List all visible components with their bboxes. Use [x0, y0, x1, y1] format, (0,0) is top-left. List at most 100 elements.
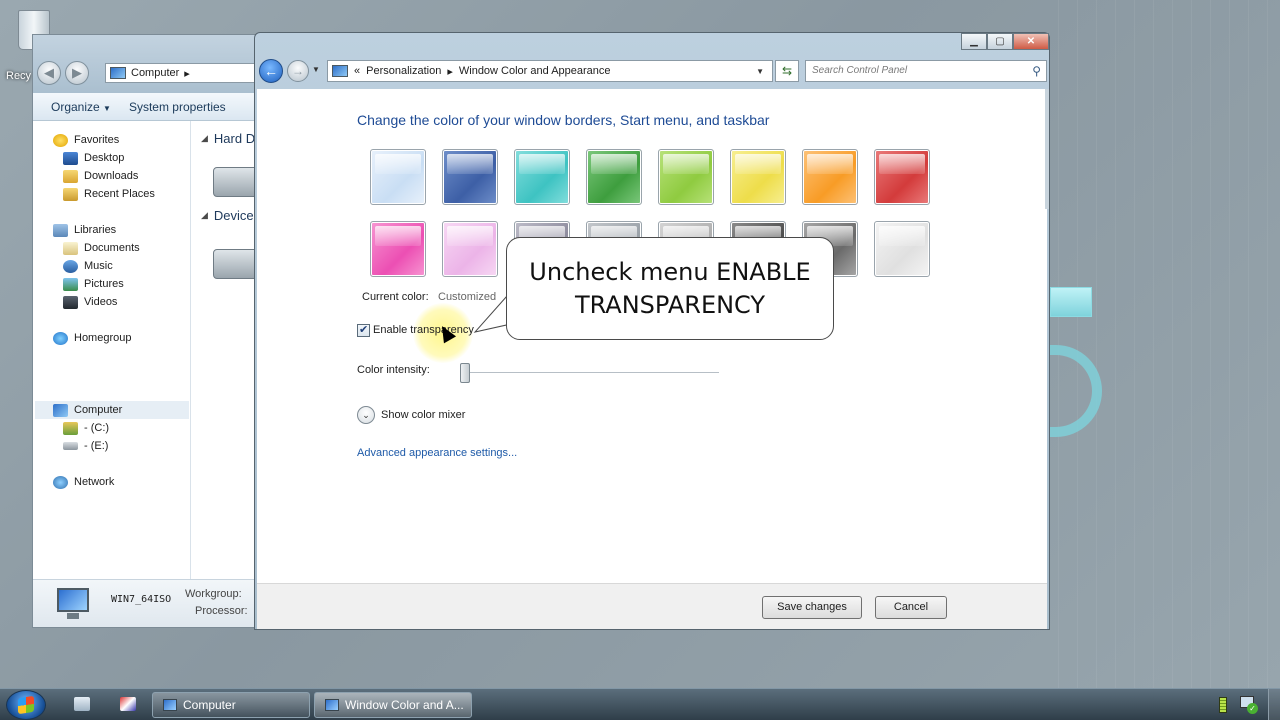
explorer-toolbar: Organize ▼ System properties [33, 93, 255, 121]
window-edge-highlight [1045, 89, 1049, 209]
color-swatch[interactable] [370, 221, 426, 277]
windows-logo-icon [18, 695, 34, 715]
color-swatch[interactable] [370, 149, 426, 205]
collapse-triangle-icon: ◢ [201, 133, 208, 143]
system-properties-button[interactable]: System properties [129, 100, 226, 114]
recycle-bin-label: Recy [6, 70, 32, 82]
navigation-pane: Favorites Desktop Downloads Recent Place… [33, 121, 191, 579]
downloads-folder-icon [63, 169, 78, 183]
search-input[interactable]: Search Control Panel ⚲ [805, 60, 1047, 82]
sidebar-item-computer[interactable]: Computer [53, 401, 122, 419]
sidebar-item-network[interactable]: Network [53, 473, 114, 491]
quicklaunch-app-icon[interactable] [120, 697, 136, 711]
computer-icon [53, 403, 68, 417]
sidebar-item-recent-places[interactable]: Recent Places [63, 185, 155, 203]
page-heading: Change the color of your window borders,… [357, 112, 770, 128]
color-swatch[interactable] [730, 149, 786, 205]
sidebar-item-pictures[interactable]: Pictures [63, 275, 124, 293]
sidebar-item-drive-e[interactable]: - (E:) [63, 437, 108, 455]
explorer-content-pane: ◢ Hard D ◢ Device [193, 121, 255, 579]
chevron-down-icon: ⌄ [362, 410, 370, 420]
color-swatch[interactable] [442, 149, 498, 205]
close-icon: ✕ [1026, 36, 1036, 47]
color-intensity-slider-thumb[interactable] [460, 363, 470, 383]
save-changes-button[interactable]: Save changes [762, 596, 862, 619]
maximize-icon: ▢ [995, 36, 1005, 47]
address-bar[interactable]: « Personalization ▸ Window Color and App… [327, 60, 773, 82]
maximize-button[interactable]: ▢ [987, 33, 1013, 50]
explorer-back-button[interactable]: ◀ [37, 61, 61, 85]
breadcrumb-arrow-icon: ▸ [184, 67, 190, 80]
taskbar-item-window-color[interactable]: Window Color and A... [314, 692, 472, 718]
sidebar-item-drive-c[interactable]: - (C:) [63, 419, 109, 437]
removable-drive-icon[interactable] [213, 249, 255, 279]
show-color-mixer-label[interactable]: Show color mixer [381, 409, 465, 421]
breadcrumb-personalization[interactable]: Personalization [366, 65, 441, 77]
sidebar-item-desktop[interactable]: Desktop [63, 149, 124, 167]
chevron-down-icon: ▼ [103, 103, 111, 113]
workgroup-label: Workgroup: [185, 588, 242, 600]
recent-pages-dropdown[interactable]: ▼ [312, 65, 320, 74]
enable-transparency-label[interactable]: Enable transparency [373, 324, 474, 336]
explorer-titlebar: ◀ ▶ Computer ▸ [33, 35, 255, 93]
forward-arrow-icon: ▶ [72, 65, 82, 80]
color-intensity-label: Color intensity: [357, 364, 430, 376]
minimize-button[interactable]: ▁ [961, 33, 987, 50]
back-button[interactable]: ← [259, 59, 283, 83]
sidebar-item-documents[interactable]: Documents [63, 239, 140, 257]
battery-icon[interactable] [1219, 697, 1227, 713]
sidebar-item-libraries[interactable]: Libraries [53, 221, 116, 239]
control-panel-icon [332, 65, 348, 77]
show-desktop-button[interactable] [1268, 689, 1280, 720]
color-swatch[interactable] [658, 149, 714, 205]
caption-buttons: ▁ ▢ ✕ [961, 33, 1049, 51]
refresh-button[interactable]: ⇆ [775, 60, 799, 82]
music-icon [63, 259, 78, 273]
color-swatch[interactable] [802, 149, 858, 205]
organize-button[interactable]: Organize ▼ [51, 100, 111, 114]
instruction-callout: Uncheck menu ENABLE TRANSPARENCY [506, 237, 834, 340]
back-arrow-icon: ← [264, 63, 278, 79]
color-swatch[interactable] [586, 149, 642, 205]
breadcrumb-overflow[interactable]: « [354, 65, 360, 77]
computer-icon [110, 67, 126, 79]
sidebar-item-downloads[interactable]: Downloads [63, 167, 138, 185]
advanced-appearance-link[interactable]: Advanced appearance settings... [357, 447, 517, 459]
color-intensity-track[interactable] [461, 372, 719, 374]
hard-disk-group-header[interactable]: ◢ Hard D [201, 131, 255, 146]
network-icon [53, 475, 68, 489]
cancel-button[interactable]: Cancel [875, 596, 947, 619]
close-button[interactable]: ✕ [1013, 33, 1049, 50]
collapse-triangle-icon: ◢ [201, 210, 208, 220]
hard-drive-icon[interactable] [213, 167, 255, 197]
dialog-footer: Save changes Cancel [257, 583, 1047, 629]
devices-group-header[interactable]: ◢ Device [201, 208, 254, 223]
color-swatch[interactable] [514, 149, 570, 205]
explorer-address-bar[interactable]: Computer ▸ [105, 63, 255, 83]
color-swatch[interactable] [442, 221, 498, 277]
sidebar-item-favorites[interactable]: Favorites [53, 131, 119, 149]
chevron-down-icon: ▼ [756, 66, 764, 76]
chevron-down-icon: ▼ [312, 65, 320, 74]
search-icon[interactable]: ⚲ [1032, 64, 1041, 78]
windows-drive-icon [63, 421, 78, 435]
forward-button[interactable]: → [287, 60, 309, 82]
address-dropdown[interactable]: ▼ [756, 67, 764, 76]
sidebar-item-videos[interactable]: Videos [63, 293, 117, 311]
sidebar-item-music[interactable]: Music [63, 257, 113, 275]
show-desktop-quicklaunch-icon[interactable] [74, 697, 90, 711]
enable-transparency-checkbox[interactable] [357, 323, 370, 337]
breadcrumb-current[interactable]: Window Color and Appearance [459, 65, 611, 77]
color-swatch[interactable] [874, 149, 930, 205]
taskbar-item-computer[interactable]: Computer [152, 692, 310, 718]
start-button[interactable] [6, 690, 46, 720]
desktop-icon [63, 151, 78, 165]
drive-icon [63, 442, 78, 450]
explorer-forward-button[interactable]: ▶ [65, 61, 89, 85]
show-color-mixer-button[interactable]: ⌄ [357, 406, 375, 424]
sidebar-item-homegroup[interactable]: Homegroup [53, 329, 131, 347]
explorer-address-text: Computer [131, 67, 180, 79]
network-status-icon[interactable]: ✓ [1240, 696, 1258, 714]
explorer-window: ◀ ▶ Computer ▸ Organize ▼ System propert… [32, 34, 256, 628]
color-swatch[interactable] [874, 221, 930, 277]
